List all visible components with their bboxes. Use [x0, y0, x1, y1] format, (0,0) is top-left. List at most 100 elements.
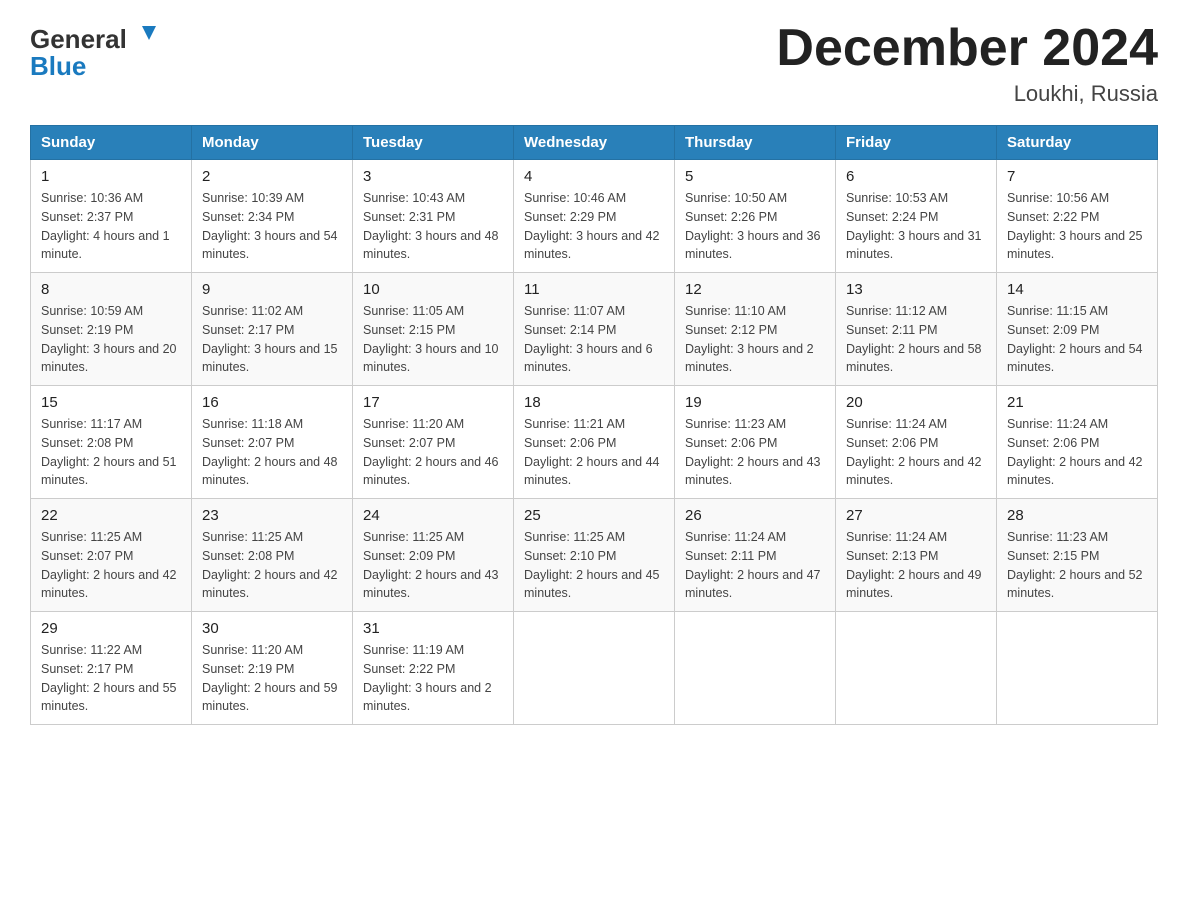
- day-number: 4: [524, 168, 664, 185]
- calendar-cell: 22Sunrise: 11:25 AMSunset: 2:07 PMDaylig…: [31, 499, 192, 612]
- title-block: December 2024 Loukhi, Russia: [776, 20, 1158, 107]
- day-info: Sunrise: 11:25 AMSunset: 2:09 PMDaylight…: [363, 528, 503, 603]
- calendar-cell: 5 Sunrise: 10:50 AMSunset: 2:26 PMDayligh…: [675, 160, 836, 273]
- day-number: 19: [685, 394, 825, 411]
- calendar-cell: [997, 612, 1158, 725]
- day-number: 25: [524, 507, 664, 524]
- day-number: 5: [685, 168, 825, 185]
- day-info: Sunrise: 11:22 AMSunset: 2:17 PMDaylight…: [41, 641, 181, 716]
- day-info: Sunrise: 11:07 AMSunset: 2:14 PMDaylight…: [524, 302, 664, 377]
- day-number: 28: [1007, 507, 1147, 524]
- calendar-cell: 27 Sunrise: 11:24 AMSunset: 2:13 PMDaylig…: [836, 499, 997, 612]
- day-info: Sunrise: 11:25 AMSunset: 2:07 PMDaylight…: [41, 528, 181, 603]
- month-title: December 2024: [776, 20, 1158, 77]
- calendar-cell: 17 Sunrise: 11:20 AMSunset: 2:07 PMDaylig…: [353, 386, 514, 499]
- page-header: General Blue December 2024 Loukhi, Russi…: [30, 20, 1158, 107]
- day-info: Sunrise: 11:02 AMSunset: 2:17 PMDaylight…: [202, 302, 342, 377]
- day-number: 30: [202, 620, 342, 637]
- day-number: 8: [41, 281, 181, 298]
- day-info: Sunrise: 10:50 AMSunset: 2:26 PMDaylight…: [685, 189, 825, 264]
- column-header-sunday: Sunday: [31, 126, 192, 160]
- svg-text:Blue: Blue: [30, 51, 86, 81]
- calendar-cell: 24 Sunrise: 11:25 AMSunset: 2:09 PMDaylig…: [353, 499, 514, 612]
- day-info: Sunrise: 10:36 AMSunset: 2:37 PMDaylight…: [41, 189, 181, 264]
- calendar-cell: 23 Sunrise: 11:25 AMSunset: 2:08 PMDaylig…: [192, 499, 353, 612]
- calendar-cell: 8 Sunrise: 10:59 AMSunset: 2:19 PMDayligh…: [31, 273, 192, 386]
- day-number: 23: [202, 507, 342, 524]
- day-number: 21: [1007, 394, 1147, 411]
- calendar-week-row: 8 Sunrise: 10:59 AMSunset: 2:19 PMDayligh…: [31, 273, 1158, 386]
- calendar-week-row: 15 Sunrise: 11:17 AMSunset: 2:08 PMDaylig…: [31, 386, 1158, 499]
- day-info: Sunrise: 10:59 AMSunset: 2:19 PMDaylight…: [41, 302, 181, 377]
- day-info: Sunrise: 10:39 AMSunset: 2:34 PMDaylight…: [202, 189, 342, 264]
- day-number: 26: [685, 507, 825, 524]
- day-number: 29: [41, 620, 181, 637]
- day-number: 24: [363, 507, 503, 524]
- day-number: 15: [41, 394, 181, 411]
- calendar-cell: 12 Sunrise: 11:10 AMSunset: 2:12 PMDaylig…: [675, 273, 836, 386]
- day-info: Sunrise: 11:15 AMSunset: 2:09 PMDaylight…: [1007, 302, 1147, 377]
- column-header-wednesday: Wednesday: [514, 126, 675, 160]
- column-header-monday: Monday: [192, 126, 353, 160]
- day-info: Sunrise: 11:17 AMSunset: 2:08 PMDaylight…: [41, 415, 181, 490]
- day-number: 14: [1007, 281, 1147, 298]
- calendar-cell: [836, 612, 997, 725]
- logo: General Blue: [30, 20, 160, 85]
- calendar-cell: 18Sunrise: 11:21 AMSunset: 2:06 PMDaylig…: [514, 386, 675, 499]
- day-info: Sunrise: 11:20 AMSunset: 2:19 PMDaylight…: [202, 641, 342, 716]
- column-header-thursday: Thursday: [675, 126, 836, 160]
- svg-text:General: General: [30, 24, 127, 54]
- calendar-cell: 31 Sunrise: 11:19 AMSunset: 2:22 PMDaylig…: [353, 612, 514, 725]
- day-info: Sunrise: 11:24 AMSunset: 2:06 PMDaylight…: [846, 415, 986, 490]
- day-number: 2: [202, 168, 342, 185]
- calendar-cell: 7Sunrise: 10:56 AMSunset: 2:22 PMDayligh…: [997, 160, 1158, 273]
- calendar-week-row: 1 Sunrise: 10:36 AMSunset: 2:37 PMDayligh…: [31, 160, 1158, 273]
- calendar-cell: [675, 612, 836, 725]
- calendar-table: SundayMondayTuesdayWednesdayThursdayFrid…: [30, 125, 1158, 725]
- calendar-cell: 19 Sunrise: 11:23 AMSunset: 2:06 PMDaylig…: [675, 386, 836, 499]
- calendar-cell: 30 Sunrise: 11:20 AMSunset: 2:19 PMDaylig…: [192, 612, 353, 725]
- day-number: 16: [202, 394, 342, 411]
- calendar-cell: [514, 612, 675, 725]
- calendar-cell: 6 Sunrise: 10:53 AMSunset: 2:24 PMDayligh…: [836, 160, 997, 273]
- day-info: Sunrise: 11:20 AMSunset: 2:07 PMDaylight…: [363, 415, 503, 490]
- day-info: Sunrise: 11:05 AMSunset: 2:15 PMDaylight…: [363, 302, 503, 377]
- day-number: 6: [846, 168, 986, 185]
- calendar-cell: 2 Sunrise: 10:39 AMSunset: 2:34 PMDayligh…: [192, 160, 353, 273]
- day-info: Sunrise: 11:24 AMSunset: 2:06 PMDaylight…: [1007, 415, 1147, 490]
- day-info: Sunrise: 11:25 AMSunset: 2:08 PMDaylight…: [202, 528, 342, 603]
- calendar-cell: 29 Sunrise: 11:22 AMSunset: 2:17 PMDaylig…: [31, 612, 192, 725]
- day-number: 11: [524, 281, 664, 298]
- day-info: Sunrise: 11:19 AMSunset: 2:22 PMDaylight…: [363, 641, 503, 716]
- day-number: 12: [685, 281, 825, 298]
- day-info: Sunrise: 11:23 AMSunset: 2:06 PMDaylight…: [685, 415, 825, 490]
- location: Loukhi, Russia: [776, 81, 1158, 107]
- calendar-cell: 1 Sunrise: 10:36 AMSunset: 2:37 PMDayligh…: [31, 160, 192, 273]
- day-info: Sunrise: 11:23 AMSunset: 2:15 PMDaylight…: [1007, 528, 1147, 603]
- column-header-friday: Friday: [836, 126, 997, 160]
- column-header-saturday: Saturday: [997, 126, 1158, 160]
- column-header-tuesday: Tuesday: [353, 126, 514, 160]
- calendar-cell: 13Sunrise: 11:12 AMSunset: 2:11 PMDaylig…: [836, 273, 997, 386]
- day-number: 27: [846, 507, 986, 524]
- day-info: Sunrise: 11:24 AMSunset: 2:11 PMDaylight…: [685, 528, 825, 603]
- day-number: 1: [41, 168, 181, 185]
- day-number: 3: [363, 168, 503, 185]
- day-info: Sunrise: 10:43 AMSunset: 2:31 PMDaylight…: [363, 189, 503, 264]
- day-info: Sunrise: 11:18 AMSunset: 2:07 PMDaylight…: [202, 415, 342, 490]
- day-number: 13: [846, 281, 986, 298]
- calendar-cell: 26 Sunrise: 11:24 AMSunset: 2:11 PMDaylig…: [675, 499, 836, 612]
- logo-svg: General Blue: [30, 20, 160, 85]
- day-info: Sunrise: 11:24 AMSunset: 2:13 PMDaylight…: [846, 528, 986, 603]
- day-info: Sunrise: 10:53 AMSunset: 2:24 PMDaylight…: [846, 189, 986, 264]
- calendar-cell: 16 Sunrise: 11:18 AMSunset: 2:07 PMDaylig…: [192, 386, 353, 499]
- calendar-cell: 25Sunrise: 11:25 AMSunset: 2:10 PMDaylig…: [514, 499, 675, 612]
- day-number: 17: [363, 394, 503, 411]
- calendar-week-row: 22Sunrise: 11:25 AMSunset: 2:07 PMDaylig…: [31, 499, 1158, 612]
- calendar-cell: 11 Sunrise: 11:07 AMSunset: 2:14 PMDaylig…: [514, 273, 675, 386]
- calendar-cell: 21 Sunrise: 11:24 AMSunset: 2:06 PMDaylig…: [997, 386, 1158, 499]
- day-info: Sunrise: 11:10 AMSunset: 2:12 PMDaylight…: [685, 302, 825, 377]
- calendar-cell: 4 Sunrise: 10:46 AMSunset: 2:29 PMDayligh…: [514, 160, 675, 273]
- day-number: 31: [363, 620, 503, 637]
- day-info: Sunrise: 10:46 AMSunset: 2:29 PMDaylight…: [524, 189, 664, 264]
